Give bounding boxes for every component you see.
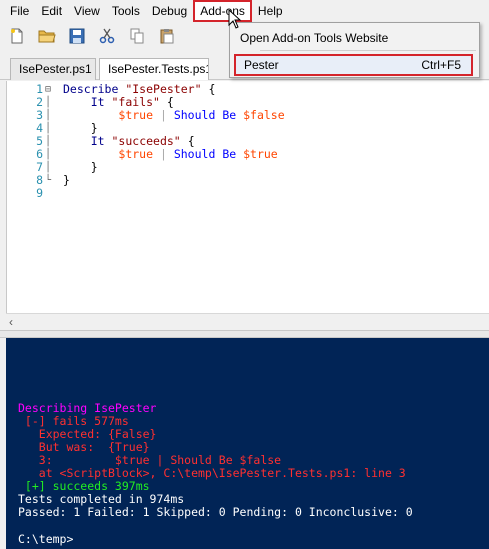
console-output: Describing IsePester [-] fails 577ms Exp… — [18, 402, 413, 519]
new-file-icon[interactable] — [6, 25, 28, 47]
horizontal-scrollbar[interactable]: ‹ — [6, 313, 489, 330]
console-line: 3: $true | Should Be $false — [18, 453, 282, 467]
addons-dropdown-menu: Open Add-on Tools Website Pester Ctrl+F5 — [229, 22, 480, 78]
console-line: Expected: {False} — [18, 427, 157, 441]
paste-icon[interactable] — [156, 25, 178, 47]
menu-item-label: Pester — [244, 58, 279, 72]
console-line: Describing IsePester — [18, 401, 157, 415]
script-editor[interactable]: 1 2 3 4 5 6 7 8 9 ⊟ │ │ │ │ │ │ └ Descri… — [6, 81, 489, 313]
save-icon[interactable] — [66, 25, 88, 47]
menu-addons[interactable]: Add-ons — [193, 0, 252, 22]
console-line: [-] fails 577ms — [18, 414, 129, 428]
menu-item-label: Open Add-on Tools Website — [240, 31, 389, 45]
pane-splitter[interactable] — [0, 330, 489, 338]
console-line: [+] succeeds 397ms — [18, 479, 150, 493]
menu-tools[interactable]: Tools — [106, 0, 146, 22]
menu-help[interactable]: Help — [252, 0, 289, 22]
menu-view[interactable]: View — [68, 0, 106, 22]
menu-debug[interactable]: Debug — [146, 0, 193, 22]
tab-isepester[interactable]: IsePester.ps1 — [10, 58, 96, 80]
line-number: 9 — [36, 186, 43, 200]
console-line: at <ScriptBlock>, C:\temp\IsePester.Test… — [18, 466, 406, 480]
console-prompt[interactable]: C:\temp> — [18, 532, 73, 546]
console-pane[interactable]: Describing IsePester [-] fails 577ms Exp… — [6, 338, 489, 549]
pester-menu-item[interactable]: Pester Ctrl+F5 — [234, 54, 473, 76]
console-line: But was: {True} — [18, 440, 150, 454]
code-content[interactable]: Describe "IsePester" { It "fails" { $tru… — [63, 83, 285, 187]
cut-icon[interactable] — [96, 25, 118, 47]
open-addon-tools-website-item[interactable]: Open Add-on Tools Website — [232, 27, 477, 49]
menu-separator — [260, 50, 476, 51]
menu-item-shortcut: Ctrl+F5 — [421, 58, 461, 72]
menu-bar: File Edit View Tools Debug Add-ons Help — [0, 0, 489, 22]
copy-icon[interactable] — [126, 25, 148, 47]
menu-edit[interactable]: Edit — [35, 0, 68, 22]
scroll-left-icon[interactable]: ‹ — [9, 315, 13, 329]
console-line: Passed: 1 Failed: 1 Skipped: 0 Pending: … — [18, 505, 413, 519]
tab-isepester-tests[interactable]: IsePester.Tests.ps1 — [99, 58, 209, 80]
line-numbers: 1 2 3 4 5 6 7 8 9 — [7, 83, 43, 200]
open-folder-icon[interactable] — [36, 25, 58, 47]
menu-file[interactable]: File — [4, 0, 35, 22]
collapse-markers[interactable]: ⊟ │ │ │ │ │ │ └ — [45, 83, 59, 187]
console-line: Tests completed in 974ms — [18, 492, 185, 506]
mouse-pointer-icon — [228, 8, 242, 32]
